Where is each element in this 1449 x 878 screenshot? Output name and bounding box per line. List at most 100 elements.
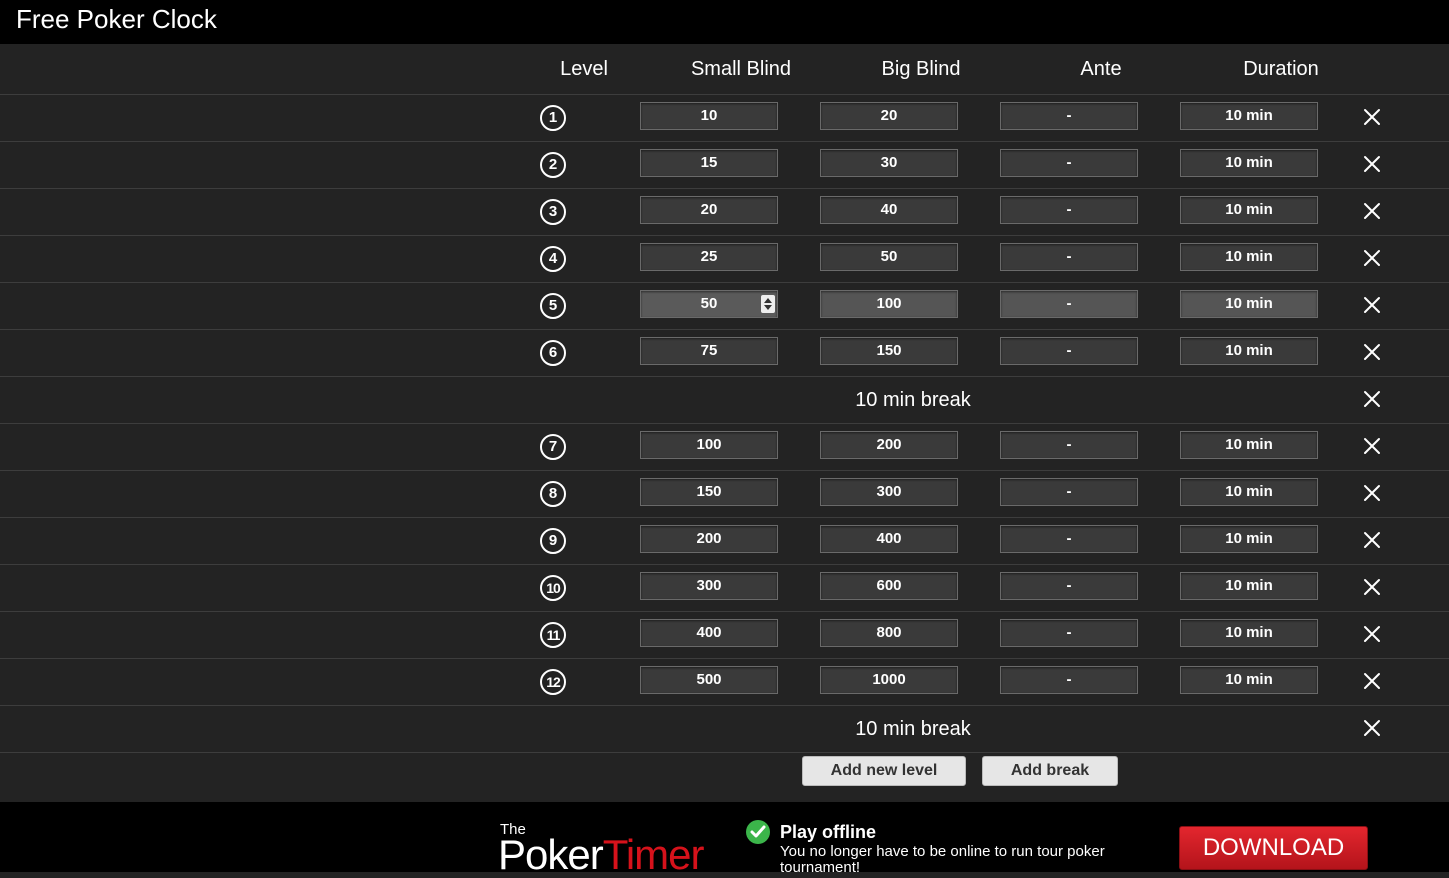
- ante-input[interactable]: -: [1000, 337, 1138, 365]
- level-number: 12: [540, 669, 566, 695]
- duration-input[interactable]: 10 min: [1180, 572, 1318, 600]
- big-blind-input[interactable]: 400: [820, 525, 958, 553]
- close-icon[interactable]: [1362, 577, 1382, 597]
- level-number: 2: [540, 152, 566, 178]
- big-blind-input-value: 300: [876, 483, 902, 500]
- duration-input[interactable]: 10 min: [1180, 290, 1318, 318]
- ante-input[interactable]: -: [1000, 431, 1138, 459]
- small-blind-input[interactable]: 20: [640, 196, 778, 224]
- ante-input[interactable]: -: [1000, 572, 1138, 600]
- big-blind-input[interactable]: 30: [820, 149, 958, 177]
- duration-input-value: 10 min: [1225, 577, 1273, 594]
- ante-input-value: -: [1066, 483, 1072, 500]
- close-icon[interactable]: [1362, 154, 1382, 174]
- poker-timer-logo[interactable]: PokerTimer: [498, 831, 704, 878]
- level-row: 10 300 600 - 10 min: [0, 565, 1449, 612]
- duration-input[interactable]: 10 min: [1180, 478, 1318, 506]
- big-blind-input-value: 600: [876, 577, 902, 594]
- close-icon[interactable]: [1362, 107, 1382, 127]
- spinner-icon[interactable]: [761, 295, 775, 313]
- add-break-button[interactable]: Add break: [982, 756, 1118, 786]
- ante-input[interactable]: -: [1000, 525, 1138, 553]
- level-number: 3: [540, 199, 566, 225]
- small-blind-input[interactable]: 10: [640, 102, 778, 130]
- level-row: 1 10 20 - 10 min: [0, 95, 1449, 142]
- small-blind-input-value: 20: [700, 201, 718, 218]
- close-icon[interactable]: [1362, 671, 1382, 691]
- close-icon[interactable]: [1362, 295, 1382, 315]
- small-blind-input[interactable]: 300: [640, 572, 778, 600]
- ante-input[interactable]: -: [1000, 478, 1138, 506]
- add-level-button[interactable]: Add new level: [802, 756, 966, 786]
- ante-input-value: -: [1066, 436, 1072, 453]
- level-row: 2 15 30 - 10 min: [0, 142, 1449, 189]
- big-blind-input[interactable]: 20: [820, 102, 958, 130]
- close-icon[interactable]: [1362, 436, 1382, 456]
- download-button[interactable]: DOWNLOAD: [1179, 826, 1368, 870]
- check-icon: [746, 820, 770, 844]
- duration-input[interactable]: 10 min: [1180, 525, 1318, 553]
- big-blind-input[interactable]: 800: [820, 619, 958, 647]
- small-blind-input[interactable]: 15: [640, 149, 778, 177]
- small-blind-input-value: 150: [696, 483, 722, 500]
- ante-input-value: -: [1066, 671, 1072, 688]
- ante-input[interactable]: -: [1000, 102, 1138, 130]
- ante-input-value: -: [1066, 295, 1072, 312]
- ante-input[interactable]: -: [1000, 243, 1138, 271]
- duration-input[interactable]: 10 min: [1180, 619, 1318, 647]
- big-blind-input[interactable]: 100: [820, 290, 958, 318]
- big-blind-input[interactable]: 50: [820, 243, 958, 271]
- big-blind-input[interactable]: 200: [820, 431, 958, 459]
- duration-input[interactable]: 10 min: [1180, 196, 1318, 224]
- break-label: 10 min break: [855, 718, 971, 740]
- small-blind-input[interactable]: 150: [640, 478, 778, 506]
- promo-title: Play offline: [780, 822, 877, 842]
- ante-input-value: -: [1066, 201, 1072, 218]
- big-blind-input-value: 800: [876, 624, 902, 641]
- ante-input[interactable]: -: [1000, 619, 1138, 647]
- small-blind-input[interactable]: 400: [640, 619, 778, 647]
- big-blind-input[interactable]: 40: [820, 196, 958, 224]
- close-icon[interactable]: [1362, 342, 1382, 362]
- big-blind-input[interactable]: 150: [820, 337, 958, 365]
- logo-poker: Poker: [498, 831, 604, 878]
- duration-input-value: 10 min: [1225, 295, 1273, 312]
- big-blind-input[interactable]: 300: [820, 478, 958, 506]
- ante-input-value: -: [1066, 154, 1072, 171]
- small-blind-input[interactable]: 75: [640, 337, 778, 365]
- small-blind-input[interactable]: 50: [640, 290, 778, 318]
- close-icon[interactable]: [1362, 624, 1382, 644]
- big-blind-input-value: 40: [880, 201, 898, 218]
- duration-input[interactable]: 10 min: [1180, 149, 1318, 177]
- small-blind-input[interactable]: 200: [640, 525, 778, 553]
- duration-input-value: 10 min: [1225, 107, 1273, 124]
- small-blind-input-value: 200: [696, 530, 722, 547]
- small-blind-input[interactable]: 25: [640, 243, 778, 271]
- small-blind-input[interactable]: 100: [640, 431, 778, 459]
- duration-input[interactable]: 10 min: [1180, 666, 1318, 694]
- ante-input[interactable]: -: [1000, 290, 1138, 318]
- close-icon[interactable]: [1362, 530, 1382, 550]
- ante-input[interactable]: -: [1000, 666, 1138, 694]
- small-blind-input[interactable]: 500: [640, 666, 778, 694]
- big-blind-input[interactable]: 600: [820, 572, 958, 600]
- level-number: 8: [540, 481, 566, 507]
- duration-input[interactable]: 10 min: [1180, 102, 1318, 130]
- close-icon[interactable]: [1362, 389, 1382, 409]
- close-icon[interactable]: [1362, 483, 1382, 503]
- duration-input[interactable]: 10 min: [1180, 243, 1318, 271]
- duration-input[interactable]: 10 min: [1180, 337, 1318, 365]
- close-icon[interactable]: [1362, 201, 1382, 221]
- ante-input[interactable]: -: [1000, 196, 1138, 224]
- close-icon[interactable]: [1362, 248, 1382, 268]
- ante-input-value: -: [1066, 577, 1072, 594]
- close-icon[interactable]: [1362, 718, 1382, 738]
- duration-input[interactable]: 10 min: [1180, 431, 1318, 459]
- ante-input-value: -: [1066, 342, 1072, 359]
- ante-input[interactable]: -: [1000, 149, 1138, 177]
- duration-input-value: 10 min: [1225, 201, 1273, 218]
- duration-input-value: 10 min: [1225, 154, 1273, 171]
- small-blind-input-value: 500: [696, 671, 722, 688]
- level-number: 4: [540, 246, 566, 272]
- big-blind-input[interactable]: 1000: [820, 666, 958, 694]
